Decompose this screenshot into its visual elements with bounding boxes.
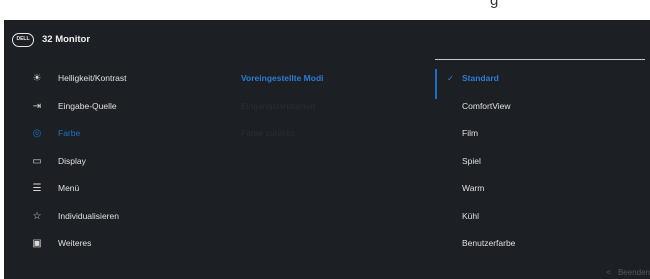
option-comfortview[interactable]: ComfortView (447, 93, 647, 121)
check-icon: ✓ (447, 73, 455, 83)
option-label: Warm (462, 183, 485, 193)
submenu-reset-color[interactable]: Farbe zurücks. (241, 120, 431, 148)
option-label: Standard (462, 73, 499, 83)
option-cool[interactable]: Kühl (447, 203, 647, 231)
selection-indicator (435, 69, 437, 99)
brightness-icon: ☀ (32, 73, 42, 84)
menu-item-menu[interactable]: ☰ Menü (4, 175, 234, 203)
monitor-title: 32 Monitor (42, 34, 91, 45)
option-custom-color[interactable]: Benutzerfarbe (447, 230, 647, 258)
cut-off-text: g (490, 0, 499, 9)
osd-panel: DELL 32 Monitor ☀ Helligkeit/Kontrast ⇥ … (4, 20, 650, 279)
menu-item-label: Farbe (58, 128, 81, 138)
exit-button[interactable]: < Beenden (606, 268, 650, 277)
preset-mode-options: ✓ Standard ComfortView Film Spiel Warm K… (447, 65, 647, 258)
color-palette-icon: ◎ (32, 128, 42, 139)
submenu-input-color-format[interactable]: Eingangsfarbformat (241, 93, 431, 121)
color-submenu: Voreingestellte Modi Eingangsfarbformat … (241, 65, 431, 148)
option-movie[interactable]: Film (447, 120, 647, 148)
star-icon: ☆ (32, 210, 42, 222)
menu-item-label: Weiteres (58, 238, 92, 248)
osd-header: DELL 32 Monitor (4, 20, 650, 60)
others-icon: ▣ (32, 238, 42, 249)
dell-logo: DELL (12, 33, 34, 47)
option-label: Kühl (462, 210, 480, 221)
menu-item-personalize[interactable]: ☆ Individualisieren (4, 203, 234, 231)
menu-item-label: Menü (58, 183, 80, 193)
chevron-left-icon: < (606, 268, 611, 277)
menu-item-label: Helligkeit/Kontrast (58, 73, 127, 83)
exit-label: Beenden (617, 268, 650, 277)
menu-item-color[interactable]: ◎ Farbe (4, 120, 234, 148)
menu-item-input-source[interactable]: ⇥ Eingabe-Quelle (4, 93, 234, 121)
submenu-preset-modes[interactable]: Voreingestellte Modi (241, 65, 431, 93)
option-label: Benutzerfarbe (462, 238, 516, 248)
option-label: ComfortView (462, 100, 511, 111)
header-divider (435, 59, 645, 60)
menu-item-brightness-contrast[interactable]: ☀ Helligkeit/Kontrast (4, 65, 234, 93)
menu-item-others[interactable]: ▣ Weiteres (4, 230, 234, 258)
top-strip: g (0, 0, 650, 20)
menu-item-display[interactable]: ▭ Display (4, 148, 234, 176)
option-label: Spiel (462, 155, 481, 166)
menu-item-label: Eingabe-Quelle (58, 100, 117, 111)
menu-item-label: Display (58, 155, 86, 166)
input-source-icon: ⇥ (32, 100, 42, 112)
option-standard[interactable]: ✓ Standard (447, 65, 647, 93)
display-icon: ▭ (32, 155, 42, 167)
option-warm[interactable]: Warm (447, 175, 647, 203)
menu-item-label: Individualisieren (58, 210, 119, 221)
option-label: Film (462, 128, 479, 138)
main-menu: ☀ Helligkeit/Kontrast ⇥ Eingabe-Quelle ◎… (4, 65, 234, 258)
menu-icon: ☰ (32, 183, 42, 194)
option-game[interactable]: Spiel (447, 148, 647, 176)
